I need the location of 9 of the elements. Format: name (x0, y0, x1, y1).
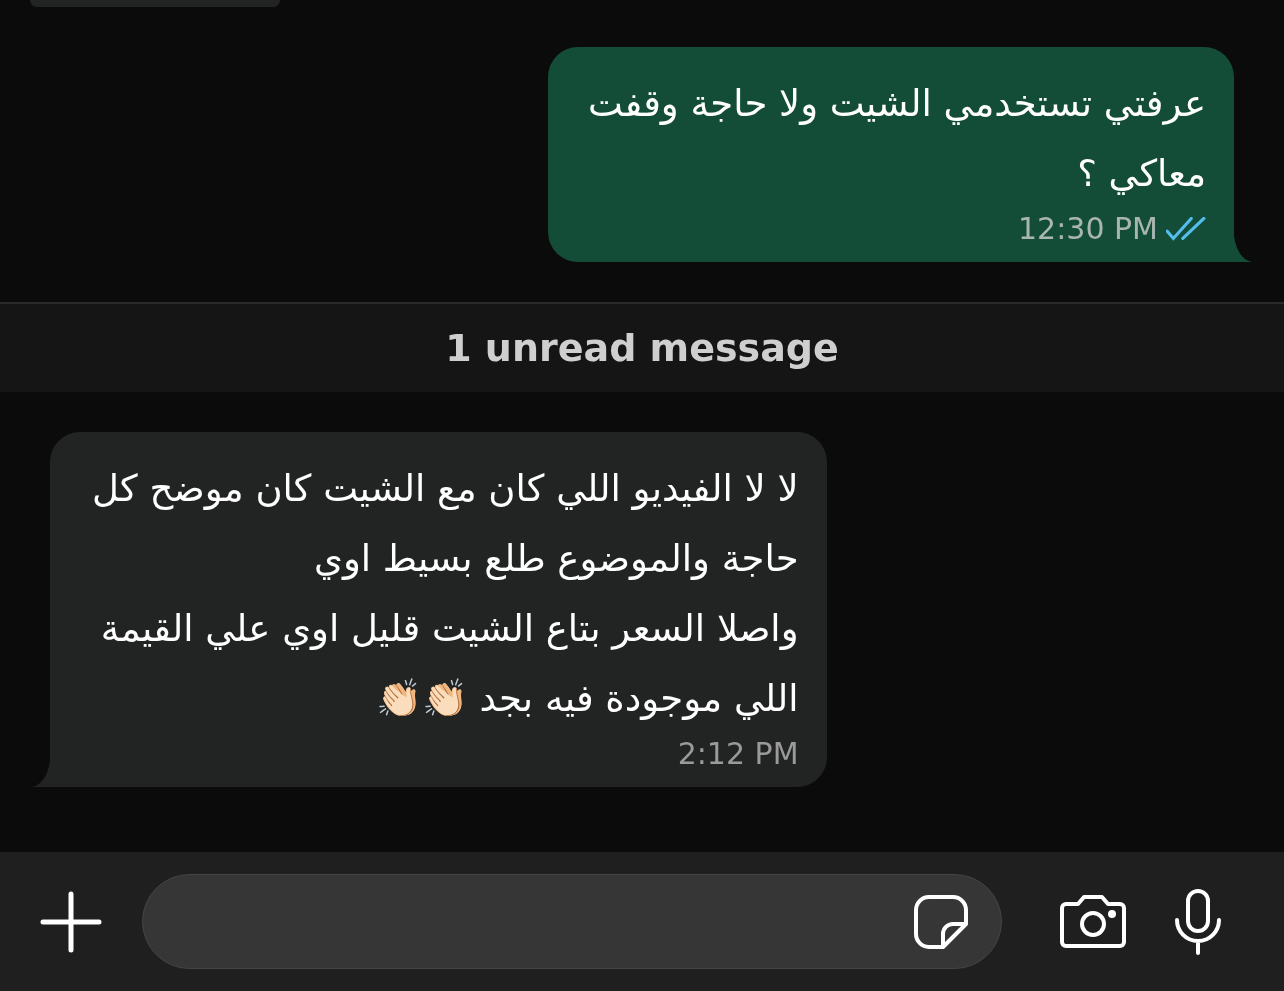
message-time: 12:30 PM (1018, 211, 1158, 246)
microphone-icon[interactable] (1172, 887, 1224, 956)
message-time: 2:12 PM (677, 736, 799, 771)
camera-icon[interactable] (1058, 893, 1128, 950)
message-text: لا لا الفيديو اللي كان مع الشيت كان موضح كل حاجة والموضوع طلع بسيط اوي واصلا السعر بتاع الشيت قليل اوي علي القيمة اللي موجودة فيه بجد 👏🏻👏🏻 (92, 466, 799, 722)
message-text: عرفتي تستخدمي الشيت ولا حاجة وقفت معاكي ؟ (588, 81, 1206, 197)
unread-label: 1 unread message (445, 326, 839, 370)
plus-icon[interactable] (40, 890, 102, 953)
sticker-icon[interactable] (913, 893, 969, 950)
